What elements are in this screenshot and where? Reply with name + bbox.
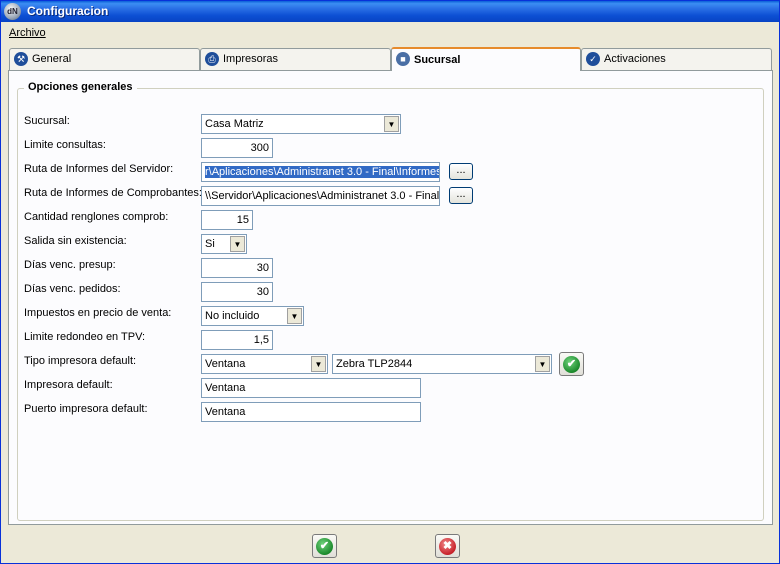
chevron-down-icon[interactable]: ▼ xyxy=(287,308,302,324)
checkmark-icon: ✔ xyxy=(563,356,580,373)
app-icon: dN xyxy=(4,3,21,20)
checkbox-icon: ✓ xyxy=(586,52,600,66)
checkmark-icon: ✔ xyxy=(316,538,333,555)
chevron-down-icon[interactable]: ▼ xyxy=(230,236,245,252)
sucursal-label: Sucursal: xyxy=(24,115,70,127)
chevron-down-icon[interactable]: ▼ xyxy=(311,356,326,372)
tab-activaciones-label: Activaciones xyxy=(604,53,666,65)
impresora-default-input[interactable]: Ventana xyxy=(201,378,421,398)
sucursal-select[interactable]: Casa Matriz ▼ xyxy=(201,114,401,134)
cantidad-renglones-input[interactable]: 15 xyxy=(201,210,253,230)
ruta-servidor-input[interactable]: r\Aplicaciones\Administranet 3.0 - Final… xyxy=(201,162,440,182)
tab-impresoras[interactable]: ⎙ Impresoras xyxy=(200,48,391,70)
cancel-button[interactable]: ✖ xyxy=(435,534,460,558)
configuracion-window: dN Configuracion Archivo ⚒ General ⎙ Imp… xyxy=(0,0,780,564)
dias-pedidos-input[interactable]: 30 xyxy=(201,282,273,302)
salida-sin-existencia-value: Si xyxy=(205,238,215,250)
dias-presup-input[interactable]: 30 xyxy=(201,258,273,278)
building-icon: ■ xyxy=(396,52,410,66)
tab-sucursal[interactable]: ■ Sucursal xyxy=(391,47,581,71)
tab-sucursal-label: Sucursal xyxy=(414,54,461,66)
ruta-comprobantes-label: Ruta de Informes de Comprobantes: xyxy=(24,187,202,199)
puerto-impresora-input[interactable]: Ventana xyxy=(201,402,421,422)
limite-consultas-input[interactable]: 300 xyxy=(201,138,273,158)
tab-general[interactable]: ⚒ General xyxy=(9,48,200,70)
impuestos-select[interactable]: No incluido ▼ xyxy=(201,306,304,326)
menu-archivo[interactable]: Archivo xyxy=(9,27,46,39)
salida-sin-existencia-select[interactable]: Si ▼ xyxy=(201,234,247,254)
ruta-comprobantes-input[interactable]: \\Servidor\Aplicaciones\Administranet 3.… xyxy=(201,186,440,206)
ruta-servidor-value: r\Aplicaciones\Administranet 3.0 - Final… xyxy=(205,166,440,178)
tab-panel-sucursal: Opciones generales Sucursal: Casa Matriz… xyxy=(8,70,773,525)
dias-pedidos-label: Días venc. pedidos: xyxy=(24,283,121,295)
tab-general-label: General xyxy=(32,53,72,65)
sucursal-value: Casa Matriz xyxy=(205,118,264,130)
menu-bar: Archivo xyxy=(9,27,46,43)
impresora-modelo-select[interactable]: Zebra TLP2844 ▼ xyxy=(332,354,552,374)
salida-sin-existencia-label: Salida sin existencia: xyxy=(24,235,127,247)
chevron-down-icon[interactable]: ▼ xyxy=(535,356,550,372)
wrench-icon: ⚒ xyxy=(14,52,28,66)
limite-redondeo-label: Limite redondeo en TPV: xyxy=(24,331,146,343)
cantidad-renglones-label: Cantidad renglones comprob: xyxy=(24,211,169,223)
tipo-impresora-value: Ventana xyxy=(205,358,246,370)
limite-consultas-label: Limite consultas: xyxy=(24,139,106,151)
chevron-down-icon[interactable]: ▼ xyxy=(384,116,399,132)
close-icon: ✖ xyxy=(439,538,456,555)
window-title: Configuracion xyxy=(27,4,109,18)
impresora-modelo-value: Zebra TLP2844 xyxy=(336,358,413,370)
puerto-impresora-label: Puerto impresora default: xyxy=(24,403,148,415)
confirm-printer-button[interactable]: ✔ xyxy=(559,352,584,376)
impuestos-label: Impuestos en precio de venta: xyxy=(24,307,172,319)
dias-presup-label: Días venc. presup: xyxy=(24,259,116,271)
browse-servidor-button[interactable]: ... xyxy=(449,163,473,180)
title-bar[interactable]: dN Configuracion xyxy=(1,1,779,22)
group-title: Opciones generales xyxy=(24,81,137,93)
opciones-generales-group: Opciones generales xyxy=(17,81,764,521)
tab-activaciones[interactable]: ✓ Activaciones xyxy=(581,48,772,70)
ruta-servidor-label: Ruta de Informes del Servidor: xyxy=(24,163,174,175)
limite-redondeo-input[interactable]: 1,5 xyxy=(201,330,273,350)
impresora-default-label: Impresora default: xyxy=(24,379,113,391)
printer-icon: ⎙ xyxy=(205,52,219,66)
tab-impresoras-label: Impresoras xyxy=(223,53,279,65)
accept-button[interactable]: ✔ xyxy=(312,534,337,558)
impuestos-value: No incluido xyxy=(205,310,260,322)
tipo-impresora-label: Tipo impresora default: xyxy=(24,355,137,367)
tipo-impresora-select[interactable]: Ventana ▼ xyxy=(201,354,328,374)
browse-comprobantes-button[interactable]: ... xyxy=(449,187,473,204)
